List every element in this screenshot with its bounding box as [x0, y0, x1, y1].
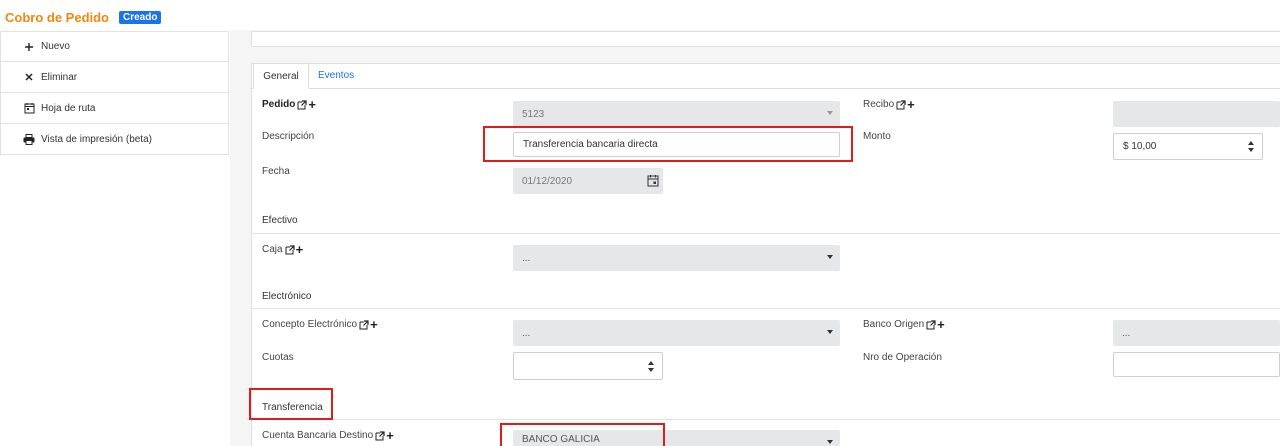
calendar-icon[interactable] [647, 174, 659, 187]
sidebar-item-eliminar[interactable]: Eliminar [0, 62, 229, 93]
external-link-icon[interactable] [926, 319, 936, 330]
add-cuenta-icon[interactable]: + [386, 429, 394, 442]
tab-eventos[interactable]: Eventos [318, 63, 354, 89]
close-icon [23, 71, 35, 83]
page-title: Cobro de Pedido [5, 10, 109, 25]
concepto-electronico-label: Concepto Electrónico + [262, 316, 378, 332]
stepper-arrows-icon[interactable] [640, 353, 662, 379]
cuotas-label: Cuotas [262, 352, 294, 363]
stepper-arrows-icon[interactable] [1240, 134, 1262, 159]
plus-icon [23, 41, 35, 53]
section-electronico: Electrónico [262, 291, 312, 302]
action-sidebar: Nuevo Eliminar Hoja de ruta Vista de imp… [0, 31, 229, 155]
sidebar-item-label: Hoja de ruta [41, 102, 96, 114]
monto-label: Monto [863, 131, 891, 142]
sidebar-item-label: Nuevo [41, 41, 70, 52]
chevron-down-icon [827, 330, 833, 334]
external-link-icon[interactable] [285, 244, 295, 255]
tab-bar: General Eventos [251, 63, 1280, 89]
section-transferencia: Transferencia [262, 402, 323, 413]
section-efectivo: Efectivo [262, 215, 298, 226]
sidebar-item-hoja-de-ruta[interactable]: Hoja de ruta [0, 93, 229, 124]
cuotas-stepper[interactable] [513, 352, 663, 380]
descripcion-input[interactable]: Transferencia bancaria directa [513, 132, 840, 157]
external-link-icon[interactable] [375, 430, 385, 441]
printer-icon [23, 133, 35, 145]
add-banco-origen-icon[interactable]: + [937, 318, 945, 331]
tab-general[interactable]: General [253, 63, 309, 89]
sidebar-item-vista-impresion[interactable]: Vista de impresión (beta) [0, 124, 229, 155]
monto-stepper[interactable]: $ 10,00 [1113, 133, 1263, 160]
sidebar-item-label: Eliminar [41, 71, 78, 83]
external-link-icon[interactable] [359, 319, 369, 330]
status-badge: Creado [119, 11, 162, 24]
chevron-down-icon [827, 255, 833, 259]
recibo-label: Recibo + [863, 96, 915, 112]
pedido-label: Pedido + [262, 96, 316, 112]
divider [251, 308, 1280, 309]
chevron-down-icon [827, 111, 833, 115]
external-link-icon[interactable] [297, 99, 307, 110]
cuenta-bancaria-destino-label: Cuenta Bancaria Destino + [262, 427, 394, 443]
sidebar-item-nuevo[interactable]: Nuevo [0, 31, 229, 62]
add-pedido-icon[interactable]: + [308, 98, 316, 111]
fecha-label: Fecha [262, 166, 290, 177]
nro-operacion-input[interactable] [1113, 352, 1280, 377]
banco-origen-label: Banco Origen + [863, 316, 945, 332]
fecha-datepicker[interactable]: 01/12/2020 [513, 168, 663, 194]
banco-origen-select[interactable]: ... [1113, 320, 1280, 346]
external-link-icon[interactable] [896, 99, 906, 110]
nro-operacion-label: Nro de Operación [863, 352, 942, 363]
add-caja-icon[interactable]: + [296, 243, 304, 256]
descripcion-label: Descripción [262, 131, 315, 142]
cuenta-bancaria-destino-select[interactable]: BANCO GALICIA [513, 430, 840, 446]
sidebar-item-label: Vista de impresión (beta) [41, 133, 152, 145]
chevron-down-icon [827, 440, 833, 444]
caja-label: Caja + [262, 241, 304, 257]
add-concepto-icon[interactable]: + [370, 318, 378, 331]
title-bar: Cobro de Pedido Creado [0, 0, 1280, 30]
calendar-icon [23, 102, 35, 114]
add-recibo-icon[interactable]: + [907, 98, 915, 111]
pedido-select[interactable]: 5123 [513, 101, 840, 127]
divider [251, 233, 1280, 234]
recibo-select[interactable] [1113, 101, 1280, 127]
caja-select[interactable]: ... [513, 245, 840, 271]
toolbar-strip [251, 31, 1280, 47]
divider [251, 419, 1280, 420]
concepto-electronico-select[interactable]: ... [513, 320, 840, 346]
